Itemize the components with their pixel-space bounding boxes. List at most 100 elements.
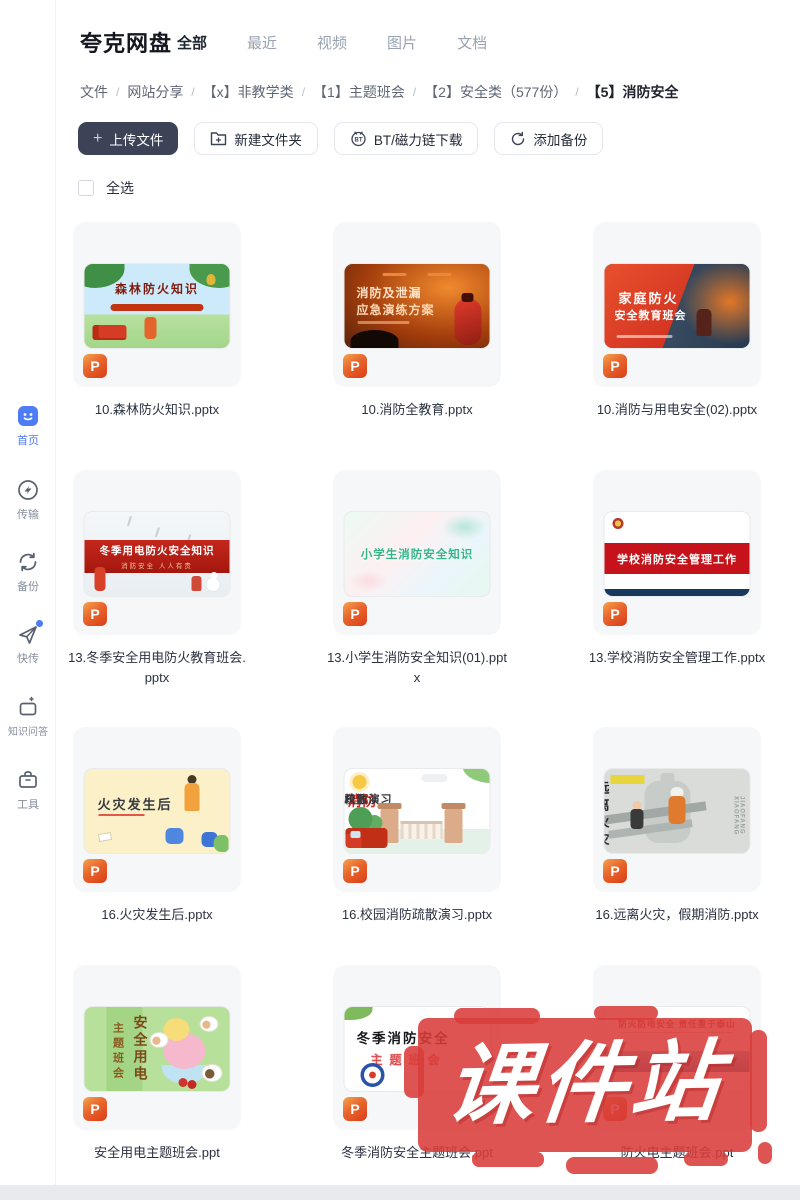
silhouette-graphic: [351, 330, 399, 348]
file-card[interactable]: 冬季消防安全 主题班会 P 冬季消防安全主题班会.ppt: [287, 965, 547, 1163]
tab-image[interactable]: 图片: [387, 32, 417, 53]
file-name[interactable]: 16.火灾发生后.pptx: [66, 905, 248, 925]
thumb-decor: [349, 570, 389, 592]
tab-video[interactable]: 视频: [317, 32, 347, 53]
tab-recent[interactable]: 最近: [247, 32, 277, 53]
thumb-title: 家庭防火: [619, 288, 679, 307]
ppt-file-type-badge: P: [603, 602, 627, 626]
add-backup-button[interactable]: 添加备份: [494, 122, 603, 155]
select-all-checkbox[interactable]: [78, 180, 94, 196]
ppt-file-type-badge: P: [83, 602, 107, 626]
thumb-decor: [462, 293, 474, 302]
file-card-tile[interactable]: 冬季用电防火安全知识 消防安全 人人有责 P: [73, 470, 241, 635]
file-card-tile[interactable]: 学校消防安全管理工作 P: [593, 470, 761, 635]
child-graphic: [192, 576, 202, 591]
thumb-decor: [111, 304, 204, 311]
thumb-decor: [605, 1051, 750, 1072]
tab-doc[interactable]: 文档: [457, 32, 487, 53]
file-card-tile[interactable]: 假期消防 远离火灾 JIAOFANG XIAOFANG P: [593, 727, 761, 892]
file-name[interactable]: 10.消防与用电安全(02).pptx: [586, 400, 768, 420]
sidebar-item-tools[interactable]: 工具: [0, 768, 56, 812]
file-card[interactable]: 主题班会 安全用电 P 安全用电主题班会.ppt: [27, 965, 287, 1163]
ppt-file-type-badge: P: [343, 354, 367, 378]
new-folder-button[interactable]: 新建文件夹: [194, 122, 318, 155]
file-card-tile[interactable]: 消防及泄漏 应急演练方案 P: [333, 222, 501, 387]
thumb-decor: [422, 774, 448, 782]
file-card-tile[interactable]: 冬季消防安全 主题班会 P: [333, 965, 501, 1130]
bt-magnet-download-button[interactable]: BT BT/磁力链下载: [334, 122, 479, 155]
file-name[interactable]: 冬季消防安全主题班会.ppt: [326, 1143, 508, 1163]
file-name[interactable]: 13.冬季安全用电防火教育班会.pptx: [66, 648, 248, 688]
file-card-tile[interactable]: 火灾发生后 P: [73, 727, 241, 892]
student-graphic: [166, 828, 184, 844]
file-card[interactable]: 防火防电安全 责任重于泰山 P 防火电主题班会.ppt: [547, 965, 800, 1163]
file-card[interactable]: 假期消防 远离火灾 JIAOFANG XIAOFANG P 16.远离火灾，假期…: [547, 727, 800, 925]
file-name[interactable]: 防火电主题班会.ppt: [586, 1143, 768, 1163]
bottom-edge-strip: [0, 1185, 800, 1200]
sidebar-item-quick-send[interactable]: 快传: [0, 622, 56, 666]
breadcrumb-current: 【5】消防安全: [587, 82, 679, 102]
ppt-file-type-badge: P: [343, 859, 367, 883]
breadcrumb-item[interactable]: 【2】安全类（577份）: [424, 82, 567, 102]
file-card-tile[interactable]: 小学生消防安全知识 P: [333, 470, 501, 635]
file-name[interactable]: 16.校园消防疏散演习.pptx: [326, 905, 508, 925]
quark-drive-page: 首页 传输 备份 快传: [0, 0, 800, 1200]
thumb-decor: [99, 814, 145, 816]
tab-all[interactable]: 全部: [177, 32, 207, 53]
file-card[interactable]: 消防及泄漏 应急演练方案 P 10.消防全教育.pptx: [287, 222, 547, 420]
file-name[interactable]: 10.森林防火知识.pptx: [66, 400, 248, 420]
thumb-title: 安全用电: [131, 1015, 151, 1083]
file-name[interactable]: 13.学校消防安全管理工作.pptx: [586, 648, 768, 668]
ppt-file-type-badge: P: [603, 1097, 627, 1121]
ppt-file-type-badge: P: [603, 354, 627, 378]
file-name[interactable]: 安全用电主题班会.ppt: [66, 1143, 248, 1163]
red-banner: 学校消防安全管理工作: [605, 543, 750, 574]
sidebar-item-label: 传输: [0, 506, 56, 522]
ppt-file-type-badge: P: [603, 859, 627, 883]
file-type-tabs: 全部 最近 视频 图片 文档: [177, 32, 487, 53]
thumb-decor: [605, 589, 750, 596]
thumb-title: 小学生消防安全知识: [345, 546, 490, 562]
file-card-tile[interactable]: 主题班会 安全用电 P: [73, 965, 241, 1130]
file-thumbnail: 冬季消防安全 主题班会: [345, 1007, 490, 1091]
file-card[interactable]: 冬季用电防火安全知识 消防安全 人人有责 P 13.冬季安全用电防火教育班会.p…: [27, 470, 287, 688]
sidebar-item-backup[interactable]: 备份: [0, 550, 56, 594]
add-backup-label: 添加备份: [533, 129, 587, 149]
sidebar-item-home[interactable]: 首页: [0, 404, 56, 448]
breadcrumb-item[interactable]: 网站分享: [127, 82, 183, 102]
thumb-title: 安全教育班会: [615, 307, 687, 323]
sidebar-item-knowledge-qa[interactable]: 知识问答: [0, 695, 56, 738]
file-card[interactable]: 校园消防疏散演习 P 16.校园消防疏散演习.pptx: [287, 727, 547, 925]
breadcrumb-item[interactable]: 【x】非教学类: [203, 82, 294, 102]
thumb-decor: [164, 1018, 190, 1041]
teacher-graphic: [185, 783, 200, 811]
file-thumbnail: 假期消防 远离火灾 JIAOFANG XIAOFANG: [605, 769, 750, 853]
file-card[interactable]: 学校消防安全管理工作 P 13.学校消防安全管理工作.pptx: [547, 470, 800, 668]
file-card[interactable]: 家庭防火 安全教育班会 P 10.消防与用电安全(02).pptx: [547, 222, 800, 420]
emblem-graphic: [613, 518, 624, 529]
file-name[interactable]: 13.小学生消防安全知识(01).pptx: [326, 648, 508, 688]
file-card-tile[interactable]: 森林防火知识 P: [73, 222, 241, 387]
select-all-label: 全选: [106, 178, 134, 198]
file-card[interactable]: 森林防火知识 P 10.森林防火知识.pptx: [27, 222, 287, 420]
file-name[interactable]: 16.远离火灾，假期消防.pptx: [586, 905, 768, 925]
breadcrumb-item[interactable]: 文件: [80, 82, 108, 102]
sun-graphic: [353, 775, 367, 789]
breadcrumb-item[interactable]: 【1】主题班会: [313, 82, 405, 102]
thumb-decor: [657, 1080, 697, 1083]
thumb-decor: [351, 831, 361, 838]
vertical-title: 假期消防 远离火灾: [605, 781, 726, 849]
knowledge-qa-icon: [16, 695, 40, 719]
app-logo[interactable]: 夸克网盘: [80, 26, 172, 58]
file-card-tile[interactable]: 防火防电安全 责任重于泰山 P: [593, 965, 761, 1130]
file-card[interactable]: 火灾发生后 P 16.火灾发生后.pptx: [27, 727, 287, 925]
file-name[interactable]: 10.消防全教育.pptx: [326, 400, 508, 420]
file-card-tile[interactable]: 家庭防火 安全教育班会 P: [593, 222, 761, 387]
thumb-decor: [463, 769, 490, 783]
sidebar-item-transfer[interactable]: 传输: [0, 478, 56, 522]
upload-file-button[interactable]: + 上传文件: [78, 122, 178, 155]
file-card-tile[interactable]: 校园消防疏散演习 P: [333, 727, 501, 892]
file-thumbnail: 学校消防安全管理工作: [605, 512, 750, 596]
file-card[interactable]: 小学生消防安全知识 P 13.小学生消防安全知识(01).pptx: [287, 470, 547, 688]
new-folder-label: 新建文件夹: [234, 129, 302, 149]
